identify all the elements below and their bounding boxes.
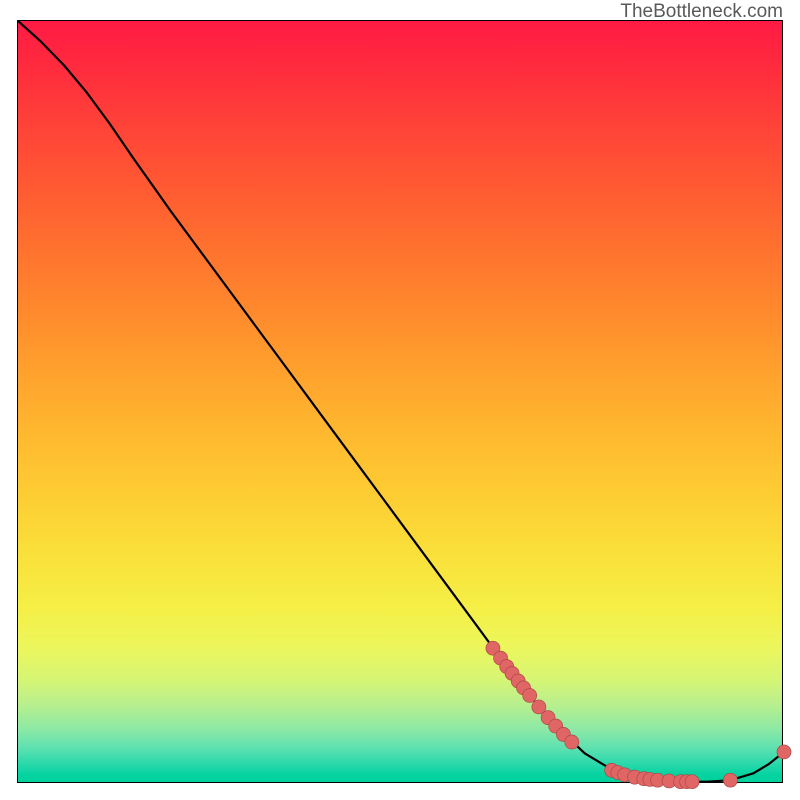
plot-area [17, 20, 783, 783]
highlight-dot [777, 745, 791, 759]
highlight-dot [523, 688, 537, 702]
highlight-dots-group [486, 641, 791, 789]
chart-container: TheBottleneck.com [0, 0, 800, 800]
highlight-dot [723, 773, 737, 787]
highlight-dot [565, 735, 579, 749]
chart-svg [18, 21, 784, 784]
highlight-dot [685, 775, 699, 789]
bottleneck-curve-line [18, 21, 784, 782]
